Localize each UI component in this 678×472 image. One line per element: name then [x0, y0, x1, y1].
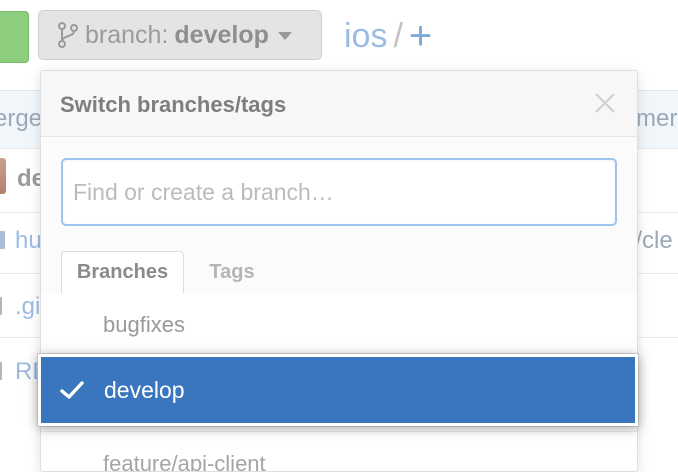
branch-item-label: develop: [104, 376, 185, 403]
file-icon: [0, 362, 2, 380]
bg-header-left-text: erge: [0, 105, 43, 132]
branch-item-feature-api-client[interactable]: feature/api-client: [41, 431, 637, 471]
dropdown-title: Switch branches/tags: [60, 92, 287, 117]
close-icon[interactable]: [593, 91, 617, 115]
branch-select-prefix: branch:: [85, 20, 169, 49]
repo-path: ios / +: [344, 12, 432, 58]
branch-item-bugfixes[interactable]: bugfixes: [41, 293, 637, 357]
bg-file-link[interactable]: hu: [15, 227, 42, 255]
dropdown-header: Switch branches/tags: [41, 71, 637, 137]
tab-bar: Branches Tags: [41, 251, 637, 294]
add-file-icon[interactable]: +: [409, 14, 432, 58]
avatar: [0, 158, 6, 194]
tab-branches[interactable]: Branches: [61, 251, 184, 294]
filter-wrap: [61, 158, 617, 226]
folder-icon: [0, 231, 5, 249]
bg-header-right-text: mer: [636, 105, 678, 132]
branch-item-develop[interactable]: develop: [38, 354, 638, 426]
checkmark-icon: [60, 381, 84, 399]
branch-select-current: develop: [174, 20, 269, 49]
branch-select-button[interactable]: branch: develop: [38, 10, 322, 60]
repo-name-link[interactable]: ios: [344, 17, 387, 55]
clone-button[interactable]: [0, 11, 29, 63]
git-branch-icon: [58, 22, 78, 48]
branch-filter-input[interactable]: [61, 158, 617, 226]
file-icon: [0, 297, 2, 315]
tab-tags[interactable]: Tags: [191, 251, 273, 293]
chevron-down-icon: [277, 32, 292, 40]
path-separator: /: [393, 17, 403, 55]
bg-file-link[interactable]: .gi: [15, 293, 40, 321]
